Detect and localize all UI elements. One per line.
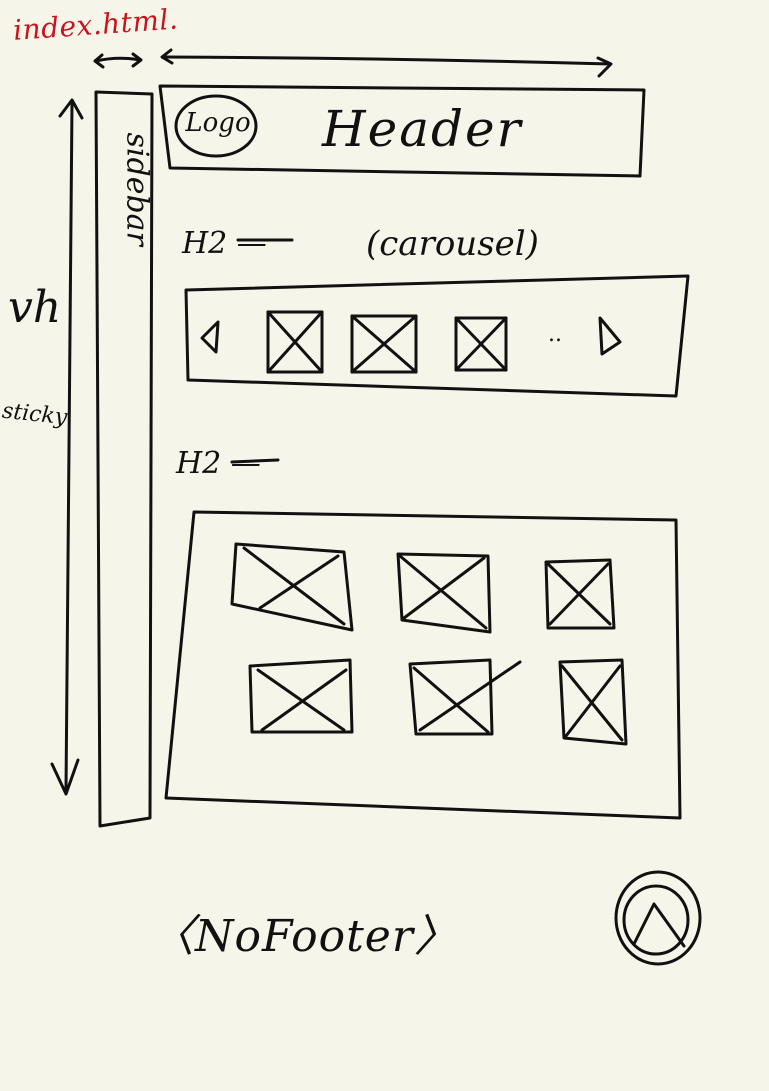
logo[interactable]: Logo <box>182 108 254 138</box>
sidebar-width-arrow <box>93 52 143 69</box>
carousel-label: (carousel) <box>366 224 539 264</box>
no-footer-note: 〈NoFooter〉 <box>150 911 459 962</box>
grid-image <box>396 552 492 634</box>
carousel-slide <box>266 310 324 374</box>
grid-image <box>248 658 354 734</box>
content-width-arrow <box>160 48 613 78</box>
carousel-container <box>184 274 690 398</box>
grid-container <box>164 510 682 820</box>
carousel-slide <box>350 314 418 374</box>
h2-heading-grid: H2 — <box>176 446 261 481</box>
viewport-height-arrow <box>50 98 84 796</box>
carousel-next-arrow <box>598 316 622 356</box>
header-title: Header <box>322 100 523 158</box>
carousel-prev-arrow <box>200 320 220 354</box>
grid-image <box>558 658 628 746</box>
vh-label: vh <box>8 282 62 333</box>
grid-image <box>544 558 616 630</box>
grid-image <box>408 658 522 736</box>
carousel-more-indicator: .. <box>548 322 562 347</box>
back-to-top-button[interactable] <box>614 870 702 966</box>
sidebar-label: sidebar <box>119 132 155 246</box>
chevron-up-icon <box>632 902 686 948</box>
carousel-slide <box>454 316 508 372</box>
h2-heading-carousel: H2 — <box>182 226 267 261</box>
grid-image <box>230 542 354 632</box>
